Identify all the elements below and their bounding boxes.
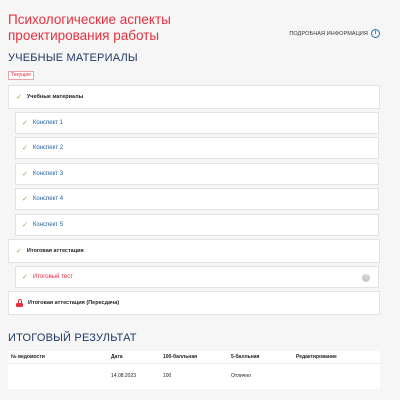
- materials-section-title: УЧЕБНЫЕ МАТЕРИАЛЫ: [8, 52, 138, 64]
- module-label: Конспект 1: [32, 120, 64, 126]
- check-icon: ✓: [22, 171, 28, 178]
- help-icon[interactable]: ?: [362, 274, 370, 282]
- module-label: Итоговая аттестация (Пересдача): [28, 300, 120, 306]
- check-icon: ✓: [22, 222, 28, 229]
- module-label: Конспект 4: [32, 196, 64, 202]
- check-icon: ✓: [22, 274, 28, 281]
- check-icon: ✓: [22, 120, 28, 127]
- module-item-final-assessment-retake[interactable]: Итоговая аттестация (Пересдача): [8, 291, 380, 315]
- column-header: 5-балльная: [228, 351, 293, 364]
- results-section-title: ИТОГОВЫЙ РЕЗУЛЬТАТ: [8, 332, 137, 344]
- module-item-final-assessment[interactable]: ✓ Итоговая аттестация: [8, 239, 380, 263]
- module-label: Итоговый тест: [32, 274, 73, 280]
- module-item-notes-2[interactable]: ✓ Конспект 2: [15, 137, 379, 159]
- lock-icon: [16, 299, 23, 307]
- table-cell: 100: [163, 373, 172, 380]
- check-icon: ✓: [22, 196, 28, 203]
- details-link-label[interactable]: ПОДРОБНАЯ ИНФОРМАЦИЯ: [289, 31, 368, 37]
- course-header: Психологические аспекты проектирования р…: [8, 12, 392, 43]
- page-title: Психологические аспекты проектирования р…: [8, 12, 171, 43]
- column-header: Дата: [108, 351, 160, 364]
- module-label: Учебные материалы: [26, 94, 84, 100]
- details-link[interactable]: ПОДРОБНАЯ ИНФОРМАЦИЯ i: [289, 29, 380, 38]
- info-icon[interactable]: i: [371, 29, 380, 38]
- check-icon: ✓: [16, 248, 22, 255]
- check-icon: ✓: [16, 94, 22, 101]
- table-cell: 14.08.2023: [111, 373, 137, 380]
- module-item-final-test[interactable]: ✓ Итоговый тест ?: [15, 266, 379, 288]
- module-label: Конспект 2: [32, 145, 64, 151]
- table-cell: [293, 363, 380, 389]
- module-item-notes-4[interactable]: ✓ Конспект 4: [15, 188, 379, 210]
- table-header-row: № ведомости Дата 100-балльная 5-балльная…: [8, 351, 380, 364]
- results-table: № ведомости Дата 100-балльная 5-балльная…: [8, 351, 380, 389]
- current-badge[interactable]: Текущие: [8, 71, 34, 80]
- module-label: Конспект 5: [32, 222, 64, 228]
- table-cell: Отлично: [231, 373, 251, 380]
- table-row: 14.08.2023 100 Отлично: [8, 363, 380, 389]
- module-label: Конспект 3: [32, 171, 64, 177]
- module-item-notes-1[interactable]: ✓ Конспект 1: [15, 112, 379, 134]
- module-label: Итоговая аттестация: [26, 248, 84, 254]
- table-cell: [8, 363, 108, 389]
- module-item-notes-3[interactable]: ✓ Конспект 3: [15, 163, 379, 185]
- module-item-study-materials[interactable]: ✓ Учебные материалы: [8, 85, 380, 109]
- column-header: 100-балльная: [160, 351, 228, 364]
- check-icon: ✓: [22, 145, 28, 152]
- module-item-notes-5[interactable]: ✓ Конспект 5: [15, 214, 379, 236]
- column-header: Редактирование: [293, 351, 380, 364]
- column-header: № ведомости: [8, 351, 108, 364]
